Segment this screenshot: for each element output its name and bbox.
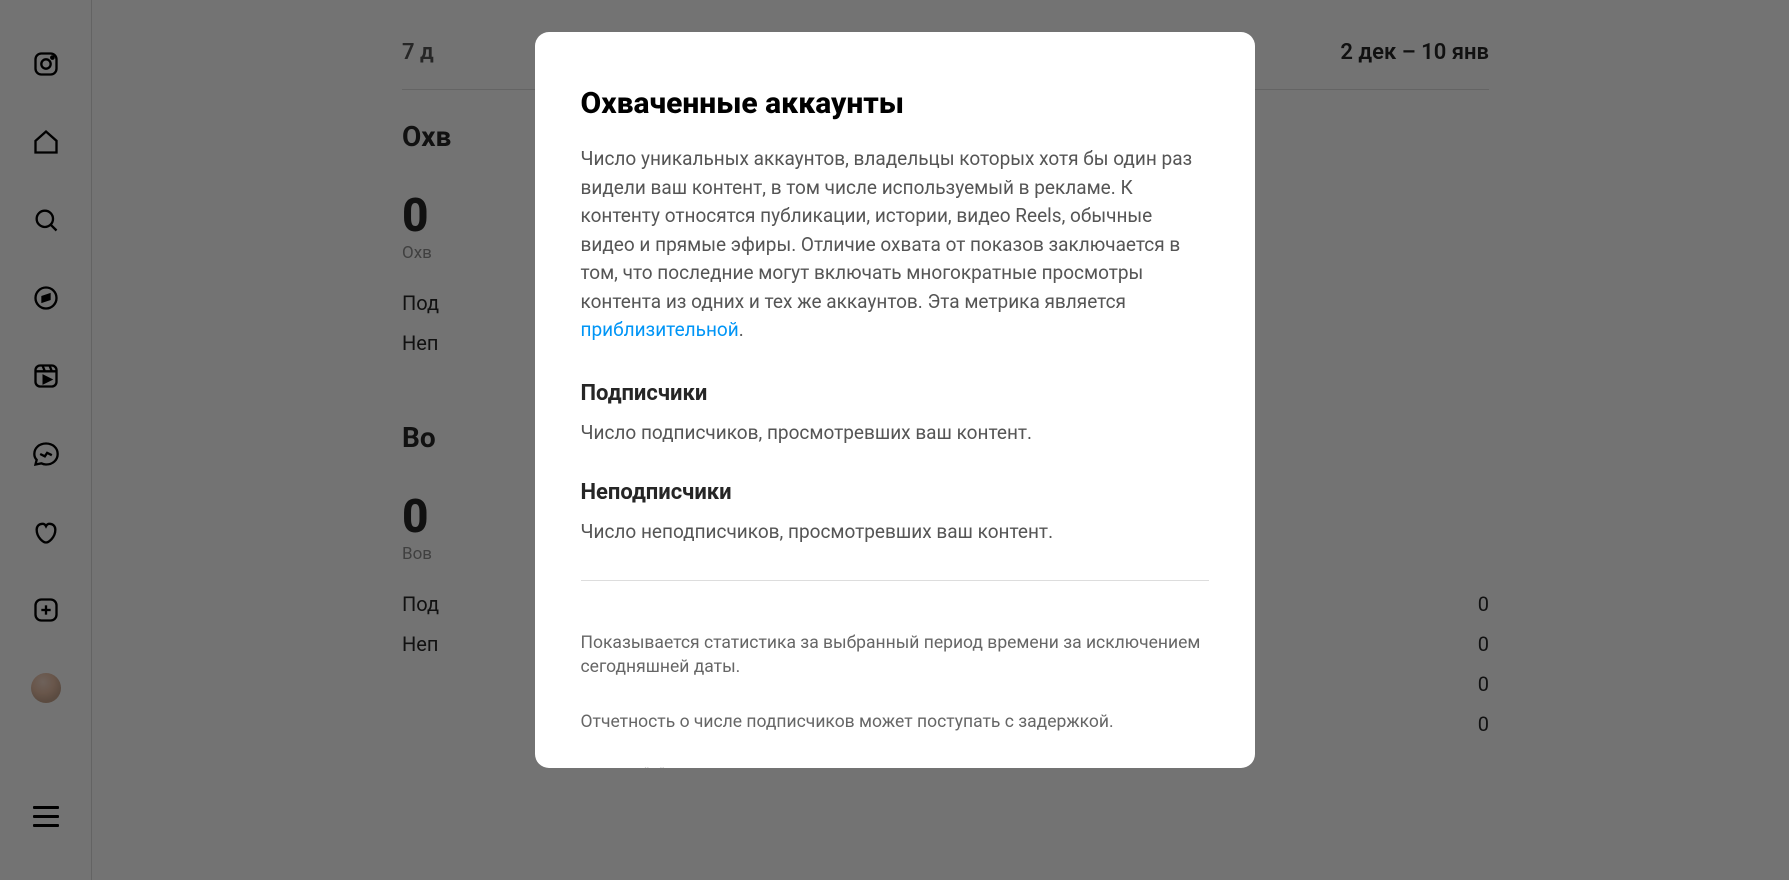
modal-body: Число уникальных аккаунтов, владельцы ко… <box>581 145 1209 345</box>
modal-sub1-heading: Подписчики <box>581 381 1209 406</box>
modal-sub2-heading: Неподписчики <box>581 480 1209 505</box>
modal-body-before-link: Число уникальных аккаунтов, владельцы ко… <box>581 147 1193 313</box>
modal-note-2: Отчетность о числе подписчиков может пос… <box>581 710 1209 735</box>
modal-title: Охваченные аккаунты <box>581 86 1209 121</box>
approximate-link[interactable]: приблизительной <box>581 318 739 341</box>
modal-overlay[interactable]: Охваченные аккаунты Число уникальных акк… <box>0 0 1789 880</box>
info-modal: Охваченные аккаунты Число уникальных акк… <box>535 32 1255 768</box>
modal-sub2-text: Число неподписчиков, просмотревших ваш к… <box>581 519 1209 546</box>
modal-note-3: Значок "--" означает, что данные сейчас … <box>581 764 1209 768</box>
modal-note-1: Показывается статистика за выбранный пер… <box>581 631 1209 680</box>
modal-scroll-area[interactable]: Охваченные аккаунты Число уникальных акк… <box>535 32 1255 768</box>
modal-sub1-text: Число подписчиков, просмотревших ваш кон… <box>581 420 1209 447</box>
modal-body-after-link: . <box>739 318 744 341</box>
modal-divider <box>581 580 1209 581</box>
